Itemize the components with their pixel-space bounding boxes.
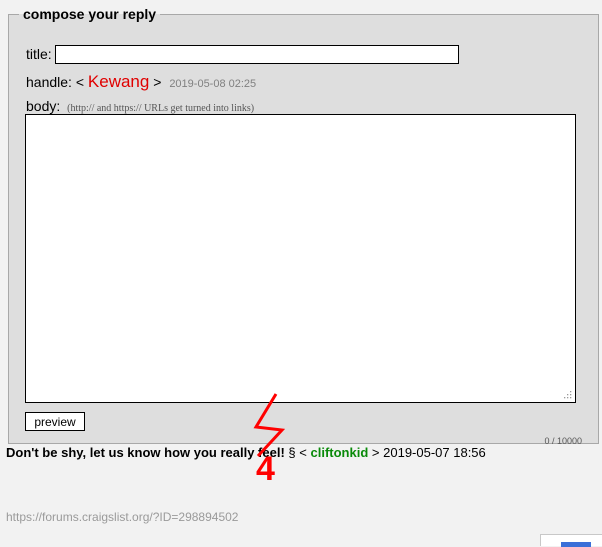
post-timestamp: 2019-05-07 18:56 bbox=[383, 445, 486, 460]
handle-timestamp: 2019-05-08 02:25 bbox=[169, 78, 257, 90]
annotation-number: 4 bbox=[256, 450, 275, 484]
annotation-lightning-icon bbox=[253, 393, 286, 458]
post-title[interactable]: Don't be shy, let us know how you really… bbox=[6, 445, 285, 460]
page-url: https://forums.craigslist.org/?ID=298894… bbox=[6, 510, 239, 524]
handle-name: Kewang bbox=[87, 72, 150, 91]
compose-reply-form: compose your reply title: handle: < Kewa… bbox=[8, 6, 599, 446]
body-hint: (http:// and https:// URLs get turned in… bbox=[67, 103, 255, 114]
author-close-bracket: > bbox=[371, 445, 380, 460]
preview-button[interactable]: preview bbox=[25, 412, 85, 431]
title-input[interactable] bbox=[55, 45, 459, 64]
recaptcha-icon bbox=[561, 542, 591, 547]
handle-label: handle: bbox=[26, 74, 72, 90]
handle-open-bracket: < bbox=[75, 74, 85, 90]
compose-legend: compose your reply bbox=[23, 6, 157, 22]
recaptcha-badge[interactable] bbox=[540, 534, 602, 547]
body-label: body: bbox=[26, 98, 61, 114]
resize-grip-icon[interactable] bbox=[562, 389, 572, 399]
char-counter: 0 / 10000 bbox=[544, 436, 582, 446]
post-author[interactable]: cliftonkid bbox=[311, 445, 369, 460]
handle-row: handle: < Kewang > 2019-05-08 02:25 bbox=[26, 72, 256, 92]
body-textarea[interactable] bbox=[25, 114, 576, 403]
annotation-marker: 4 bbox=[253, 393, 286, 484]
body-row: body: (http:// and https:// URLs get tur… bbox=[26, 98, 254, 114]
handle-close-bracket: > bbox=[153, 74, 162, 90]
title-label: title: bbox=[26, 46, 52, 62]
